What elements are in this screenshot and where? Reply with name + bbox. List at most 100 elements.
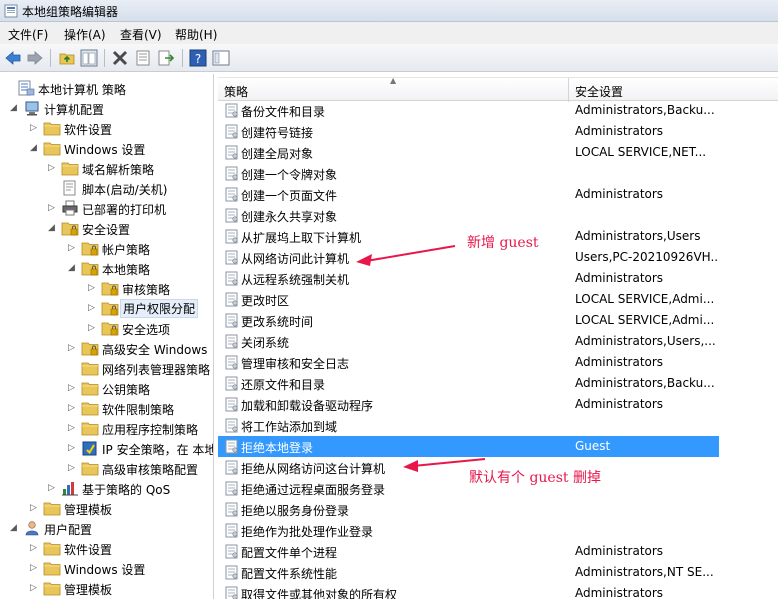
tree-collapsed-icon[interactable]: ▷ <box>30 542 40 554</box>
svg-text:?: ? <box>195 52 201 66</box>
tree-collapsed-icon[interactable]: ▷ <box>30 562 40 574</box>
tree-collapsed-icon[interactable]: ▷ <box>68 462 78 474</box>
forward-arrow-icon[interactable] <box>26 49 44 67</box>
policy-row[interactable]: 配置文件单个进程 Administrators <box>218 541 719 562</box>
policy-name: 配置文件单个进程 <box>241 546 338 560</box>
tree-expanded-icon[interactable]: ◢ <box>30 142 40 154</box>
tree-collapsed-icon[interactable]: ▷ <box>68 342 78 354</box>
tree-collapsed-icon[interactable]: ▷ <box>48 482 58 494</box>
toolbar-separator <box>50 49 51 67</box>
delete-icon[interactable] <box>111 49 129 67</box>
policy-row[interactable]: 创建永久共享对象 <box>218 205 719 226</box>
policy-row[interactable]: 备份文件和目录 Administrators,Backu... <box>218 100 719 121</box>
tree-collapsed-icon[interactable]: ▷ <box>48 162 58 174</box>
tree-expanded-icon[interactable]: ◢ <box>48 222 58 234</box>
tree-node-label: 用户权限分配 <box>120 299 199 318</box>
ip-security-icon <box>81 440 99 456</box>
column-header-setting[interactable]: 安全设置 <box>575 83 623 100</box>
policy-row[interactable]: 加载和卸载设备驱动程序 Administrators <box>218 394 719 415</box>
title-bar: 本地组策略编辑器 <box>0 0 778 22</box>
folder-icon <box>43 500 61 516</box>
policy-row[interactable]: 拒绝本地登录 Guest <box>218 436 719 457</box>
security-folder-icon <box>81 340 99 356</box>
policy-row[interactable]: 将工作站添加到域 <box>218 415 719 436</box>
policy-name: 拒绝本地登录 <box>241 441 314 455</box>
tree-expanded-icon[interactable]: ◢ <box>10 522 20 534</box>
policy-setting-icon <box>225 481 239 496</box>
column-divider[interactable] <box>568 78 569 102</box>
policy-name: 创建符号链接 <box>241 126 314 140</box>
policy-row[interactable]: 取得文件或其他对象的所有权 Administrators <box>218 583 719 599</box>
policy-row[interactable]: 从远程系统强制关机 Administrators <box>218 268 719 289</box>
security-setting-value: Administrators,Backu... <box>575 103 715 117</box>
menu-view[interactable]: 查看(V) <box>120 26 162 43</box>
security-setting-value: Users,PC-20210926VH... <box>575 250 719 264</box>
policy-row[interactable]: 拒绝以服务身份登录 <box>218 499 719 520</box>
tree-node-label: Windows 设置 <box>64 563 146 577</box>
tree-expanded-icon[interactable]: ◢ <box>10 102 20 114</box>
tree-node-label: 软件设置 <box>64 543 113 557</box>
back-arrow-icon[interactable] <box>4 49 22 67</box>
tree-expanded-icon[interactable]: ◢ <box>68 262 78 274</box>
window-title: 本地组策略编辑器 <box>22 5 119 19</box>
column-header-policy[interactable]: 策略 <box>224 83 248 100</box>
tree-node-label: 软件限制策略 <box>102 403 175 417</box>
computer-icon <box>23 100 41 116</box>
tree-collapsed-icon[interactable]: ▷ <box>68 442 78 454</box>
tree-collapsed-icon[interactable]: ▷ <box>88 302 98 314</box>
up-folder-icon[interactable] <box>58 49 76 67</box>
folder-icon <box>43 580 61 596</box>
policy-name: 从扩展坞上取下计算机 <box>241 231 362 245</box>
policy-name: 取得文件或其他对象的所有权 <box>241 588 398 599</box>
properties-icon[interactable] <box>134 49 152 67</box>
security-setting-value: Administrators <box>575 271 664 285</box>
policy-row[interactable]: 创建符号链接 Administrators <box>218 121 719 142</box>
policy-row[interactable]: 管理审核和安全日志 Administrators <box>218 352 719 373</box>
policy-setting-icon <box>225 418 239 433</box>
security-setting-value: Administrators,Backu... <box>575 376 715 390</box>
security-setting-value: Administrators,Users <box>575 229 701 243</box>
security-setting-value: LOCAL SERVICE,Admi... <box>575 313 715 327</box>
tree-collapsed-icon[interactable]: ▷ <box>30 122 40 134</box>
security-setting-value: LOCAL SERVICE,NET... <box>575 145 707 159</box>
tree-collapsed-icon[interactable]: ▷ <box>68 402 78 414</box>
security-folder-icon <box>101 280 119 296</box>
tree-collapsed-icon[interactable]: ▷ <box>48 202 58 214</box>
tree-collapsed-icon[interactable]: ▷ <box>88 282 98 294</box>
policy-row[interactable]: 更改系统时间 LOCAL SERVICE,Admi... <box>218 310 719 331</box>
tree-collapsed-icon[interactable]: ▷ <box>30 502 40 514</box>
help-icon[interactable]: ? <box>189 49 207 67</box>
folder-icon <box>81 360 99 376</box>
policy-row[interactable]: 创建全局对象 LOCAL SERVICE,NET... <box>218 142 719 163</box>
policy-row[interactable]: 拒绝作为批处理作业登录 <box>218 520 719 541</box>
policy-row[interactable]: 创建一个页面文件 Administrators <box>218 184 719 205</box>
policy-row[interactable]: 创建一个令牌对象 <box>218 163 719 184</box>
menu-action[interactable]: 操作(A) <box>64 26 106 43</box>
toolbar-separator <box>182 49 183 67</box>
security-setting-value: LOCAL SERVICE,Admi... <box>575 292 715 306</box>
policy-name: 关闭系统 <box>241 336 290 350</box>
policy-list: ▲ 策略 安全设置 备份文件和目录 Administrators,Backu...… <box>218 74 778 599</box>
policy-row[interactable]: 更改时区 LOCAL SERVICE,Admi... <box>218 289 719 310</box>
tree-collapsed-icon[interactable]: ▷ <box>68 382 78 394</box>
tree-collapsed-icon[interactable]: ▷ <box>68 422 78 434</box>
export-icon[interactable] <box>157 49 175 67</box>
policy-row[interactable]: 配置文件系统性能 Administrators,NT SE... <box>218 562 719 583</box>
security-setting-value: Administrators <box>575 586 664 599</box>
folder-icon <box>81 400 99 416</box>
policy-name: 加载和卸载设备驱动程序 <box>241 399 374 413</box>
policy-setting-icon <box>225 124 239 139</box>
tree-collapsed-icon[interactable]: ▷ <box>68 242 78 254</box>
tree-collapsed-icon[interactable]: ▷ <box>30 582 40 594</box>
folder-icon <box>43 140 61 156</box>
menu-file[interactable]: 文件(F) <box>8 26 48 43</box>
policy-name: 更改系统时间 <box>241 315 314 329</box>
tree-node-label: 基于策略的 QoS <box>82 483 171 497</box>
policy-row[interactable]: 关闭系统 Administrators,Users,... <box>218 331 719 352</box>
extended-view-icon[interactable] <box>212 49 230 67</box>
tree-collapsed-icon[interactable]: ▷ <box>88 322 98 334</box>
show-tree-icon[interactable] <box>80 49 98 67</box>
menu-help[interactable]: 帮助(H) <box>175 26 217 43</box>
policy-row[interactable]: 还原文件和目录 Administrators,Backu... <box>218 373 719 394</box>
